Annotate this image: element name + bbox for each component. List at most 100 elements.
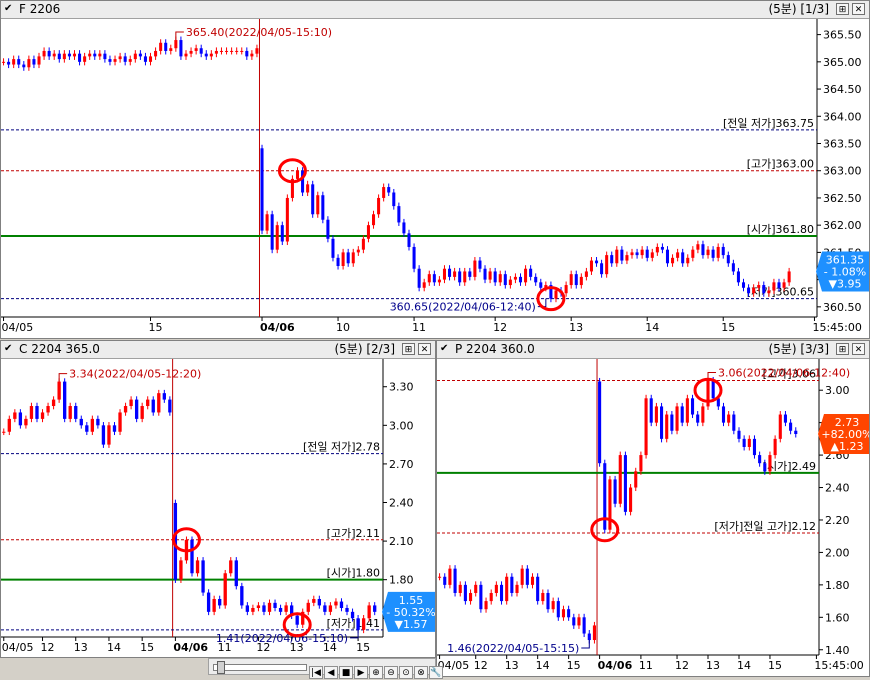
- first-icon[interactable]: |◀: [309, 666, 323, 679]
- candle-body: [240, 586, 244, 606]
- candle-body: [240, 50, 244, 52]
- futures-chart-title: F 2206: [19, 2, 61, 16]
- call-option-candlestick-chart[interactable]: 3.303.002.702.402.101.801.5004/051213141…: [1, 359, 435, 657]
- candle-body: [567, 609, 571, 618]
- candle-body: [206, 592, 211, 612]
- maximize-icon[interactable]: ⊞: [402, 343, 415, 355]
- candle-body: [129, 399, 133, 407]
- candle-body: [245, 50, 249, 57]
- candle-body: [306, 602, 310, 612]
- candle-body: [52, 53, 56, 57]
- y-tick-label: 362.50: [823, 192, 862, 205]
- chart-scrollbar[interactable]: |◀ ◀ ■ ▶ ⊕ ⊖ ⊙ ⊗ 🔧: [208, 658, 443, 679]
- candle-body: [680, 406, 684, 423]
- zoom-out-icon[interactable]: ⊖: [384, 666, 398, 679]
- put-option-candlestick-chart[interactable]: 3.002.802.602.402.202.001.801.601.4004/0…: [437, 359, 869, 676]
- annotation-label: 365.40(2022/04/05-15:10): [186, 26, 332, 39]
- y-tick-label: 362.00: [823, 219, 862, 232]
- candle-body: [356, 618, 360, 630]
- chart-toolbar: |◀ ◀ ■ ▶ ⊕ ⊖ ⊙ ⊗ 🔧: [309, 660, 444, 679]
- next-icon[interactable]: ▶: [354, 666, 368, 679]
- maximize-icon[interactable]: ⊞: [836, 3, 849, 15]
- zoom-reset-icon[interactable]: ⊗: [414, 666, 428, 679]
- panel-check-icon[interactable]: ✔: [4, 4, 14, 14]
- annotation-label: 1.46(2022/04/05-15:15): [447, 642, 579, 655]
- candle-body: [630, 252, 634, 256]
- x-tick-label: 15: [567, 659, 581, 672]
- candle-body: [794, 430, 798, 434]
- candle-body: [148, 56, 153, 62]
- call-option-titlebar: ✔ C 2204 365.0 (5분) [2/3] ⊞ ✕: [1, 341, 435, 359]
- candle-body: [463, 271, 467, 283]
- candle-body: [639, 455, 643, 472]
- candle-body: [478, 260, 482, 269]
- maximize-icon[interactable]: ⊞: [836, 343, 849, 355]
- candle-body: [260, 148, 264, 231]
- candle-body: [716, 246, 720, 258]
- candle-body: [600, 263, 604, 275]
- candle-body: [284, 605, 288, 612]
- candle-body: [640, 249, 644, 256]
- candle-body: [494, 584, 498, 593]
- candle-body: [767, 290, 771, 294]
- put-option-title: P 2204 360.0: [455, 342, 535, 356]
- put-option-titlebar: ✔ P 2204 360.0 (5분) [3/3] ⊞ ✕: [437, 341, 869, 359]
- candle-body: [554, 290, 558, 299]
- x-tick-label: 14: [107, 641, 121, 654]
- candle-body: [372, 214, 376, 226]
- candle-body: [323, 605, 327, 612]
- prev-icon[interactable]: ◀: [324, 666, 338, 679]
- candle-body: [146, 399, 150, 407]
- candle-body: [366, 225, 370, 239]
- candle-body: [448, 568, 452, 585]
- x-tick-label: 12: [675, 659, 689, 672]
- candle-body: [201, 560, 205, 593]
- candle-body: [275, 225, 279, 250]
- panel-check-icon[interactable]: ✔: [4, 344, 14, 354]
- futures-candlestick-chart[interactable]: 365.50 365.00 364.50 364.00 363.50 363.00 362.…: [1, 19, 869, 338]
- candle-body: [564, 285, 568, 294]
- candle-body: [742, 438, 746, 447]
- x-tick-label: 10: [336, 321, 350, 334]
- candle-body: [569, 274, 573, 286]
- candle-body: [620, 249, 624, 261]
- close-icon[interactable]: ✕: [852, 343, 865, 355]
- candle-body: [752, 287, 756, 294]
- x-tick-label: 13: [74, 641, 88, 654]
- candle-body: [541, 592, 545, 602]
- candle-body: [778, 414, 782, 439]
- zoom-fit-icon[interactable]: ⊙: [399, 666, 413, 679]
- candle-body: [615, 249, 619, 264]
- scroll-thumb[interactable]: [217, 661, 225, 674]
- zoom-in-icon[interactable]: ⊕: [369, 666, 383, 679]
- candle-body: [101, 425, 106, 445]
- candle-body: [397, 206, 401, 223]
- candle-body: [681, 252, 685, 264]
- y-tick-label: 3.00: [389, 419, 414, 432]
- current-price-badge: 2.73+82.00%▲1.23: [818, 414, 869, 454]
- x-tick-label: 15: [721, 321, 735, 334]
- x-tick-label: 13: [505, 659, 519, 672]
- candle-body: [273, 602, 277, 608]
- level-label: [전일 저가]363.75: [723, 116, 814, 130]
- x-tick-label: 14: [536, 659, 550, 672]
- candle-body: [83, 56, 87, 62]
- close-icon[interactable]: ✕: [852, 3, 865, 15]
- panel-check-icon[interactable]: ✔: [440, 344, 450, 354]
- put-option-chart-panel: ✔ P 2204 360.0 (5분) [3/3] ⊞ ✕ 3.002.802.…: [436, 340, 870, 677]
- scroll-track[interactable]: [213, 664, 307, 671]
- settings-icon[interactable]: 🔧: [429, 666, 443, 679]
- badge-change: ▼1.57: [395, 618, 428, 631]
- y-tick-label: 2.00: [825, 546, 850, 559]
- stop-icon[interactable]: ■: [339, 666, 353, 679]
- candle-body: [2, 431, 6, 433]
- candle-body: [189, 50, 193, 54]
- candle-body: [255, 48, 259, 54]
- candle-body: [605, 255, 609, 275]
- candle-body: [706, 249, 710, 256]
- x-tick-label: 15: [149, 321, 163, 334]
- candle-body: [782, 282, 786, 288]
- candle-body: [245, 605, 250, 612]
- candle-body: [164, 42, 168, 51]
- close-icon[interactable]: ✕: [418, 343, 431, 355]
